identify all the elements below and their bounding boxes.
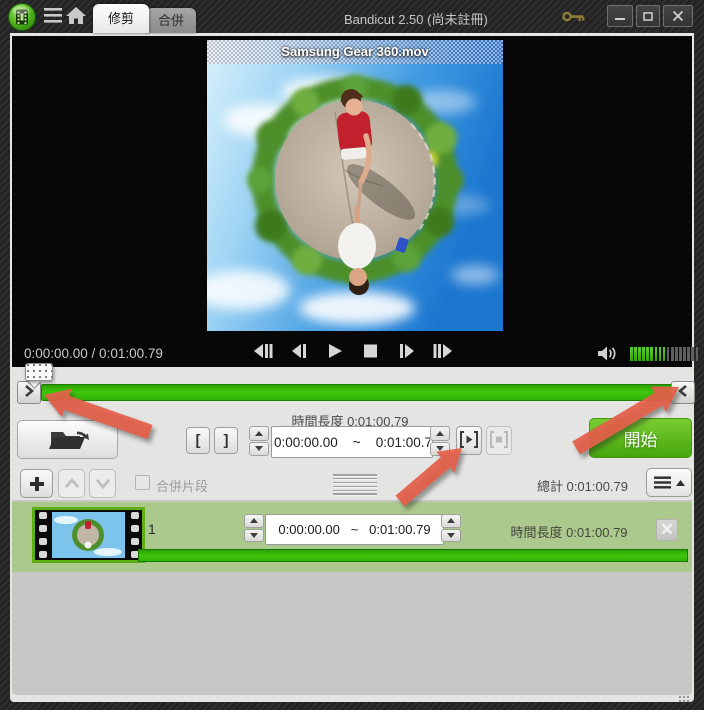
start-time-down-button[interactable] bbox=[249, 442, 269, 457]
chevron-up-icon bbox=[64, 478, 80, 489]
set-end-bracket-button[interactable]: ] bbox=[214, 427, 238, 454]
end-time-down-button[interactable] bbox=[430, 442, 450, 457]
bandicut-window: 合併 修剪 Bandicut 2.50 (尚未註冊) bbox=[0, 0, 704, 710]
minimize-button[interactable] bbox=[607, 5, 633, 27]
remove-segment-button[interactable] bbox=[656, 519, 678, 541]
play-icon bbox=[324, 343, 346, 359]
segment-list: 1 時間長度 0:01:00.79 bbox=[12, 500, 692, 695]
splitter-grip[interactable] bbox=[333, 474, 377, 496]
volume-bar[interactable] bbox=[630, 347, 698, 361]
stop-preview-button[interactable] bbox=[486, 426, 512, 455]
thumbnail-image bbox=[52, 512, 125, 558]
row-end-up-button[interactable] bbox=[441, 514, 461, 528]
next-keyframe-button[interactable] bbox=[432, 343, 454, 361]
window-resize-grip[interactable] bbox=[678, 695, 690, 704]
close-icon bbox=[660, 522, 674, 536]
minimize-icon bbox=[614, 11, 626, 21]
window-title: Bandicut 2.50 (尚未註冊) bbox=[344, 9, 488, 28]
video-filename-overlay: Samsung Gear 360.mov bbox=[207, 40, 503, 64]
open-file-button[interactable] bbox=[17, 420, 118, 459]
menu-icon[interactable] bbox=[44, 8, 62, 28]
tab-merge[interactable]: 合併 bbox=[146, 8, 196, 33]
next-frame-button[interactable] bbox=[396, 343, 418, 361]
triangle-down-icon bbox=[447, 533, 455, 538]
segment-duration-label: 時間長度 0:01:00.79 bbox=[469, 522, 669, 541]
play-button[interactable] bbox=[324, 343, 346, 361]
titlebar: 合併 修剪 Bandicut 2.50 (尚未註冊) bbox=[0, 0, 704, 33]
volume-icon[interactable] bbox=[597, 345, 619, 367]
plus-icon bbox=[29, 476, 45, 492]
total-duration-label: 總計 0:01:00.79 bbox=[440, 476, 628, 495]
move-segment-down-button[interactable] bbox=[89, 469, 116, 498]
video-preview: Samsung Gear 360.mov bbox=[207, 40, 503, 331]
maximize-icon bbox=[643, 11, 653, 22]
set-start-bracket-button[interactable]: [ bbox=[186, 427, 210, 454]
add-segment-button[interactable] bbox=[20, 469, 53, 498]
main-panel: Samsung Gear 360.mov 0:00:00.00 / 0:01:0… bbox=[10, 33, 694, 702]
bandicut-logo-icon[interactable] bbox=[7, 2, 37, 32]
filmstrip-holes-left bbox=[37, 512, 48, 558]
tab-trim[interactable]: 修剪 bbox=[93, 4, 149, 33]
start-time-stepper[interactable] bbox=[249, 426, 269, 456]
row-start-down-button[interactable] bbox=[244, 529, 264, 543]
merge-segments-label: 合併片段 bbox=[156, 476, 208, 495]
row-start-up-button[interactable] bbox=[244, 514, 264, 528]
next-keyframe-icon bbox=[432, 343, 454, 359]
timeline-seekbar[interactable] bbox=[41, 384, 674, 401]
close-icon bbox=[672, 10, 684, 22]
stop-button[interactable] bbox=[360, 343, 382, 361]
prev-keyframe-button[interactable] bbox=[252, 343, 274, 361]
chevron-left-icon bbox=[676, 384, 690, 398]
row-end-stepper[interactable] bbox=[441, 514, 461, 542]
triangle-up-icon bbox=[436, 431, 444, 436]
triangle-down-icon bbox=[255, 446, 263, 451]
triangle-down-icon bbox=[436, 446, 444, 451]
start-time-up-button[interactable] bbox=[249, 426, 269, 441]
video-stage: Samsung Gear 360.mov 0:00:00.00 / 0:01:0… bbox=[12, 36, 692, 367]
prev-keyframe-icon bbox=[252, 343, 274, 359]
triangle-up-icon bbox=[447, 518, 455, 523]
segment-index: 1 bbox=[148, 521, 156, 537]
next-frame-icon bbox=[396, 343, 418, 359]
triangle-down-icon bbox=[250, 533, 258, 538]
chevron-down-icon bbox=[95, 478, 111, 489]
start-cut-button[interactable]: 開始 bbox=[589, 418, 692, 458]
segment-list-menu-button[interactable] bbox=[646, 468, 692, 497]
hamburger-icon bbox=[654, 476, 671, 489]
move-segment-up-button[interactable] bbox=[58, 469, 85, 498]
maximize-button[interactable] bbox=[636, 5, 660, 27]
trim-end-handle[interactable] bbox=[671, 381, 695, 404]
timeline-grip-tooltip[interactable] bbox=[25, 363, 53, 381]
close-button[interactable] bbox=[663, 5, 693, 27]
stop-icon bbox=[360, 343, 382, 359]
playback-controls bbox=[252, 343, 468, 361]
prev-frame-button[interactable] bbox=[288, 343, 310, 361]
segment-range-input[interactable] bbox=[265, 514, 444, 545]
preview-segment-button[interactable] bbox=[456, 426, 482, 455]
bracket-stop-icon bbox=[489, 430, 509, 449]
end-time-stepper[interactable] bbox=[430, 426, 450, 456]
segment-row[interactable]: 1 時間長度 0:01:00.79 bbox=[12, 502, 692, 572]
triangle-up-icon bbox=[255, 431, 263, 436]
bracket-play-icon bbox=[459, 430, 479, 449]
open-folder-icon bbox=[45, 424, 91, 452]
register-key-icon[interactable] bbox=[562, 10, 586, 28]
triangle-up-icon bbox=[676, 480, 685, 486]
segment-range-bar[interactable] bbox=[138, 549, 688, 562]
end-time-up-button[interactable] bbox=[430, 426, 450, 441]
row-start-stepper[interactable] bbox=[244, 514, 264, 542]
prev-frame-icon bbox=[288, 343, 310, 359]
merge-segments-checkbox[interactable] bbox=[135, 475, 150, 490]
trim-range-input[interactable] bbox=[271, 426, 433, 458]
triangle-up-icon bbox=[250, 518, 258, 523]
row-end-down-button[interactable] bbox=[441, 529, 461, 543]
home-icon[interactable] bbox=[66, 7, 86, 30]
segment-thumbnail bbox=[32, 507, 145, 563]
playback-time-display: 0:00:00.00 / 0:01:00.79 bbox=[24, 346, 163, 361]
